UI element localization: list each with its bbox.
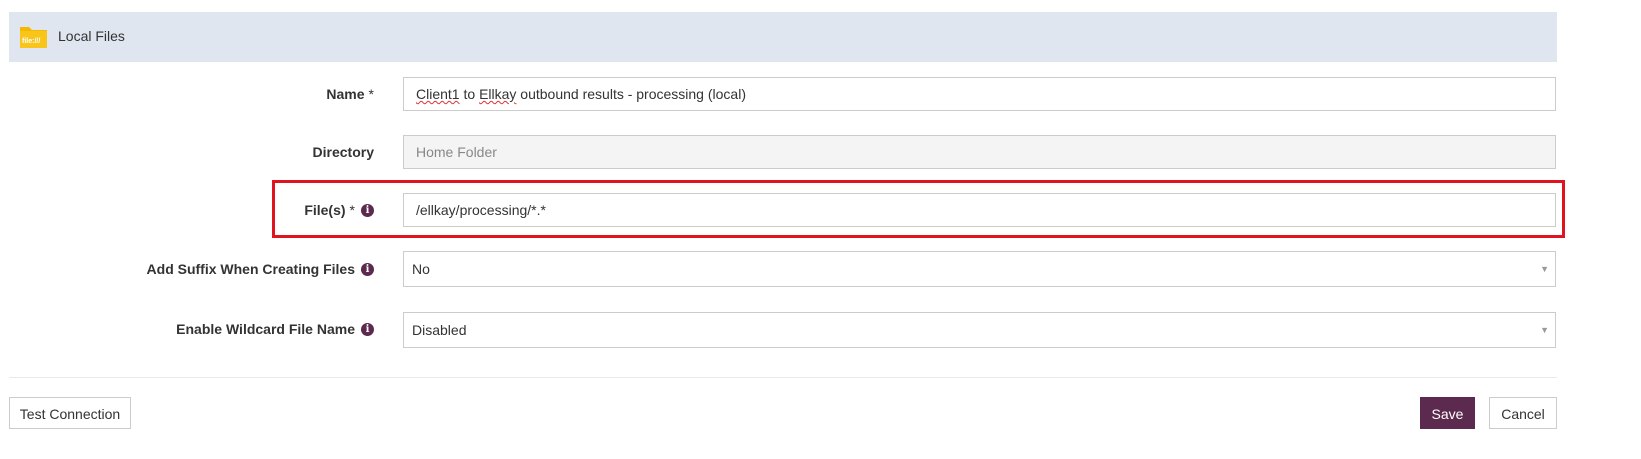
- name-value-word-3: Ellkay: [479, 86, 517, 102]
- name-value-rest: outbound results - processing (local): [516, 86, 746, 102]
- name-input[interactable]: Client1 to Ellkay outbound results - pro…: [403, 77, 1556, 111]
- cancel-button[interactable]: Cancel: [1489, 397, 1557, 429]
- chevron-down-icon: ▼: [1540, 264, 1549, 274]
- files-input[interactable]: /ellkay/processing/*.*: [403, 193, 1556, 227]
- save-button[interactable]: Save: [1420, 397, 1475, 429]
- files-label: File(s) * i: [304, 202, 374, 218]
- wildcard-label: Enable Wildcard File Name i: [176, 321, 374, 337]
- info-icon[interactable]: i: [361, 262, 374, 276]
- suffix-label: Add Suffix When Creating Files i: [147, 261, 374, 277]
- folder-icon-text: file:///: [22, 38, 40, 45]
- panel-header: file:/// Local Files: [9, 12, 1557, 62]
- files-value: /ellkay/processing/*.*: [416, 202, 546, 218]
- wildcard-value: Disabled: [412, 322, 467, 338]
- directory-input[interactable]: Home Folder: [403, 135, 1556, 169]
- name-label: Name *: [326, 86, 374, 102]
- directory-label: Directory: [312, 144, 374, 160]
- info-icon[interactable]: i: [361, 322, 374, 336]
- name-value-word-2: to: [459, 86, 480, 102]
- suffix-select[interactable]: No ▼: [403, 251, 1556, 287]
- panel-title: Local Files: [58, 28, 125, 44]
- suffix-value: No: [412, 261, 430, 277]
- directory-placeholder: Home Folder: [416, 144, 497, 160]
- chevron-down-icon: ▼: [1540, 325, 1549, 335]
- test-connection-button[interactable]: Test Connection: [9, 397, 131, 429]
- divider: [9, 377, 1557, 378]
- name-value-word-1: Client1: [416, 86, 460, 102]
- info-icon[interactable]: i: [361, 203, 374, 217]
- folder-file-icon: file:///: [20, 27, 47, 48]
- wildcard-select[interactable]: Disabled ▼: [403, 312, 1556, 348]
